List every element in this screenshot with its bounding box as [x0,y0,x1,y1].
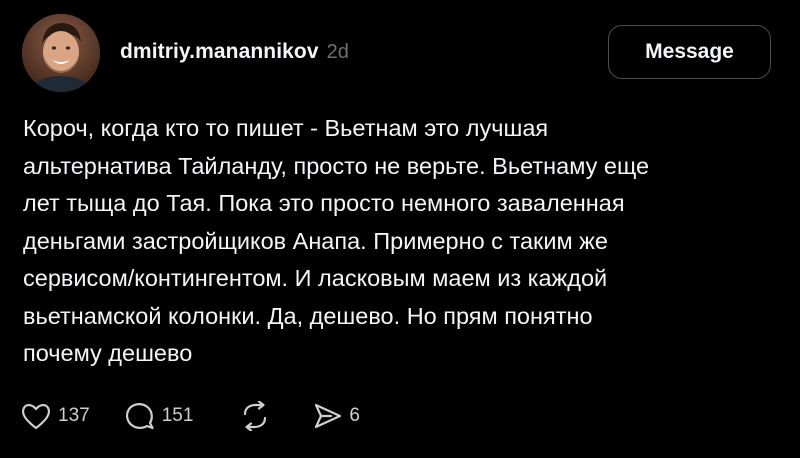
post-timestamp: 2d [326,41,349,63]
username[interactable]: dmitriy.manannikov [120,40,319,64]
comment-icon [125,403,154,430]
thread-post: dmitriy.manannikov 2d Message Короч, ког… [0,0,800,458]
post-body-text: Короч, когда кто то пишет - Вьетнам это … [23,115,650,366]
repost-button[interactable] [239,401,271,431]
post-actions: 137 151 6 [20,396,360,436]
avatar[interactable] [22,14,100,92]
user-avatar-photo-icon [22,14,100,92]
reply-button[interactable]: 151 [124,401,194,431]
heart-icon [22,403,50,430]
like-count: 137 [58,405,90,426]
post-header: dmitriy.manannikov 2d [120,40,349,64]
reply-count: 151 [161,405,194,426]
send-icon [315,403,342,429]
message-button[interactable]: Message [608,25,771,79]
repost-icon [244,401,267,431]
share-button[interactable]: 6 [313,401,360,431]
share-count: 6 [349,405,360,426]
like-button[interactable]: 137 [20,401,90,431]
